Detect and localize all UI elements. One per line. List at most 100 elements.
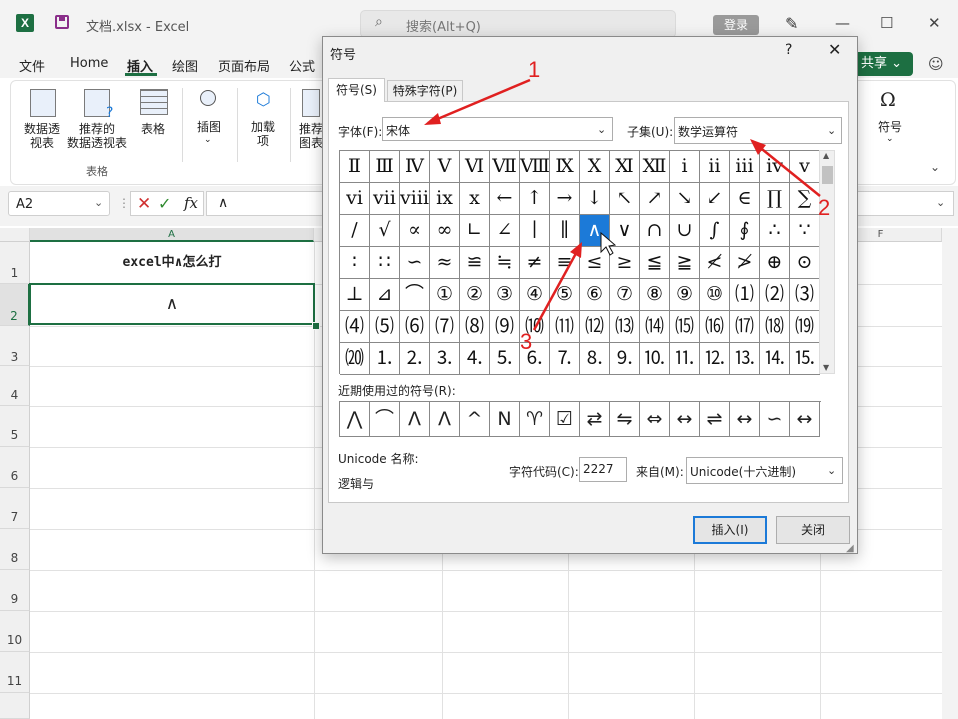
recent-symbol-cell[interactable]: ⇋ (610, 402, 640, 437)
symbol-cell[interactable]: ≤ (580, 247, 610, 279)
recent-symbol-cell[interactable]: ⇌ (700, 402, 730, 437)
symbol-cell[interactable]: ∏ (760, 183, 790, 215)
symbol-cell[interactable]: √ (370, 215, 400, 247)
symbol-cell[interactable]: ⑨ (670, 279, 700, 311)
select-all-corner[interactable] (0, 228, 30, 242)
symbol-cell[interactable]: ⅹ (460, 183, 490, 215)
resize-grip-icon[interactable]: ◢ (846, 543, 854, 554)
chevron-down-icon[interactable]: ⌄ (827, 464, 836, 477)
symbol-cell[interactable]: ⒄ (730, 311, 760, 343)
recent-symbol-cell[interactable]: ^ (460, 402, 490, 437)
symbol-cell[interactable]: → (550, 183, 580, 215)
symbol-cell[interactable]: ⒏ (580, 343, 610, 375)
symbol-cell[interactable]: ⑵ (760, 279, 790, 311)
symbol-cell[interactable]: ∫ (700, 215, 730, 247)
pivot-table-button[interactable]: 数据透 视表 (16, 122, 68, 150)
symbol-cell[interactable]: ⅴ (790, 151, 820, 183)
recent-symbol-cell[interactable]: Λ (400, 402, 430, 437)
symbol-cell[interactable]: ⑤ (550, 279, 580, 311)
symbol-cell[interactable]: ∕ (340, 215, 370, 247)
symbols-button[interactable]: 符号 (872, 120, 908, 134)
illustrations-button[interactable]: 插图 (190, 120, 228, 134)
scroll-down-icon[interactable]: ▼ (823, 363, 829, 372)
symbol-cell[interactable]: ⒌ (490, 343, 520, 375)
symbol-cell[interactable]: Ⅳ (400, 151, 430, 183)
symbol-cell[interactable]: ⒒ (670, 343, 700, 375)
symbol-cell[interactable]: ⑥ (580, 279, 610, 311)
symbol-cell[interactable]: ↑ (520, 183, 550, 215)
symbol-cell[interactable]: ≧ (670, 247, 700, 279)
ribbon-collapse-icon[interactable]: ⌄ (930, 160, 940, 174)
insert-button[interactable]: 插入(I) (693, 516, 767, 544)
symbol-cell[interactable]: ⒋ (460, 343, 490, 375)
symbol-cell[interactable]: ≒ (490, 247, 520, 279)
feedback-icon[interactable]: ☺ (928, 55, 944, 73)
recent-symbol-cell[interactable]: ↔ (730, 402, 760, 437)
dialog-close-button[interactable]: ✕ (828, 40, 841, 59)
symbol-cell[interactable]: ⒊ (430, 343, 460, 375)
symbol-cell[interactable]: ⅱ (700, 151, 730, 183)
symbol-cell[interactable]: ∝ (400, 215, 430, 247)
symbol-cell[interactable]: ⑻ (460, 311, 490, 343)
symbol-cell[interactable]: Ⅶ (490, 151, 520, 183)
symbol-cell[interactable]: ⒕ (760, 343, 790, 375)
symbol-cell[interactable]: ⒖ (790, 343, 820, 375)
pen-icon[interactable]: ✎ (785, 14, 798, 33)
symbol-cell[interactable]: ⊕ (760, 247, 790, 279)
symbol-cell[interactable]: Ⅸ (550, 151, 580, 183)
symbol-cell[interactable]: ⑹ (400, 311, 430, 343)
symbol-cell[interactable]: ⑼ (490, 311, 520, 343)
symbol-cell[interactable]: ∩ (640, 215, 670, 247)
row-header-10[interactable]: 10 (0, 611, 30, 652)
menu-page-layout[interactable]: 页面布局 (218, 56, 270, 75)
symbol-cell[interactable]: ≥ (610, 247, 640, 279)
row-header-8[interactable]: 8 (0, 529, 30, 570)
chevron-down-icon[interactable]: ⌄ (936, 196, 945, 209)
symbol-cell[interactable]: Ⅵ (460, 151, 490, 183)
tab-special-characters[interactable]: 特殊字符(P) (387, 80, 463, 102)
row-header-12[interactable] (0, 693, 30, 719)
symbol-cell[interactable]: ∶ (340, 247, 370, 279)
symbol-cell[interactable]: ⅵ (340, 183, 370, 215)
scrollbar-thumb[interactable] (822, 166, 833, 184)
symbol-cell[interactable]: ③ (490, 279, 520, 311)
symbol-cell[interactable]: ⅳ (760, 151, 790, 183)
symbol-cell[interactable]: ⒆ (790, 311, 820, 343)
row-header-7[interactable]: 7 (0, 488, 30, 529)
symbol-cell[interactable]: ∟ (460, 215, 490, 247)
chevron-down-icon[interactable]: ⌄ (597, 123, 606, 136)
symbol-cell[interactable]: Ⅹ (580, 151, 610, 183)
minimize-button[interactable]: — (835, 14, 850, 32)
symbol-cell[interactable]: Ⅺ (610, 151, 640, 183)
symbol-cell[interactable]: ① (430, 279, 460, 311)
table-button[interactable]: 表格 (134, 122, 172, 136)
font-select[interactable] (382, 117, 613, 141)
login-button[interactable]: 登录 (713, 15, 759, 35)
recent-symbol-cell[interactable]: ⋀ (340, 402, 370, 437)
symbol-cell[interactable]: ⒑ (640, 343, 670, 375)
symbol-cell[interactable]: ∞ (430, 215, 460, 247)
tab-symbols[interactable]: 符号(S) (328, 78, 385, 102)
symbol-cell[interactable]: ⌒ (400, 279, 430, 311)
symbol-cell[interactable]: ∧ (580, 215, 610, 247)
symbol-cell[interactable]: ⑷ (340, 311, 370, 343)
symbol-cell[interactable]: Ⅱ (340, 151, 370, 183)
help-button[interactable]: ? (785, 42, 792, 58)
symbol-cell[interactable]: ② (460, 279, 490, 311)
symbol-cell[interactable]: ④ (520, 279, 550, 311)
symbol-cell[interactable]: ∣ (520, 215, 550, 247)
symbol-cell[interactable]: ⒇ (340, 343, 370, 375)
symbol-cell[interactable]: Ⅷ (520, 151, 550, 183)
close-button[interactable]: ✕ (928, 14, 941, 32)
symbol-cell[interactable]: ⑿ (580, 311, 610, 343)
symbol-cell[interactable]: ⒔ (730, 343, 760, 375)
symbol-cell[interactable]: ∠ (490, 215, 520, 247)
symbol-cell[interactable]: ↘ (670, 183, 700, 215)
row-header-2[interactable]: 2 (0, 284, 30, 326)
symbol-cell[interactable]: ⒂ (670, 311, 700, 343)
symbol-cell[interactable]: ∥ (550, 215, 580, 247)
fill-handle[interactable] (312, 322, 320, 330)
symbol-cell[interactable]: ⅷ (400, 183, 430, 215)
save-icon[interactable] (55, 15, 69, 29)
symbol-cell[interactable]: ∷ (370, 247, 400, 279)
